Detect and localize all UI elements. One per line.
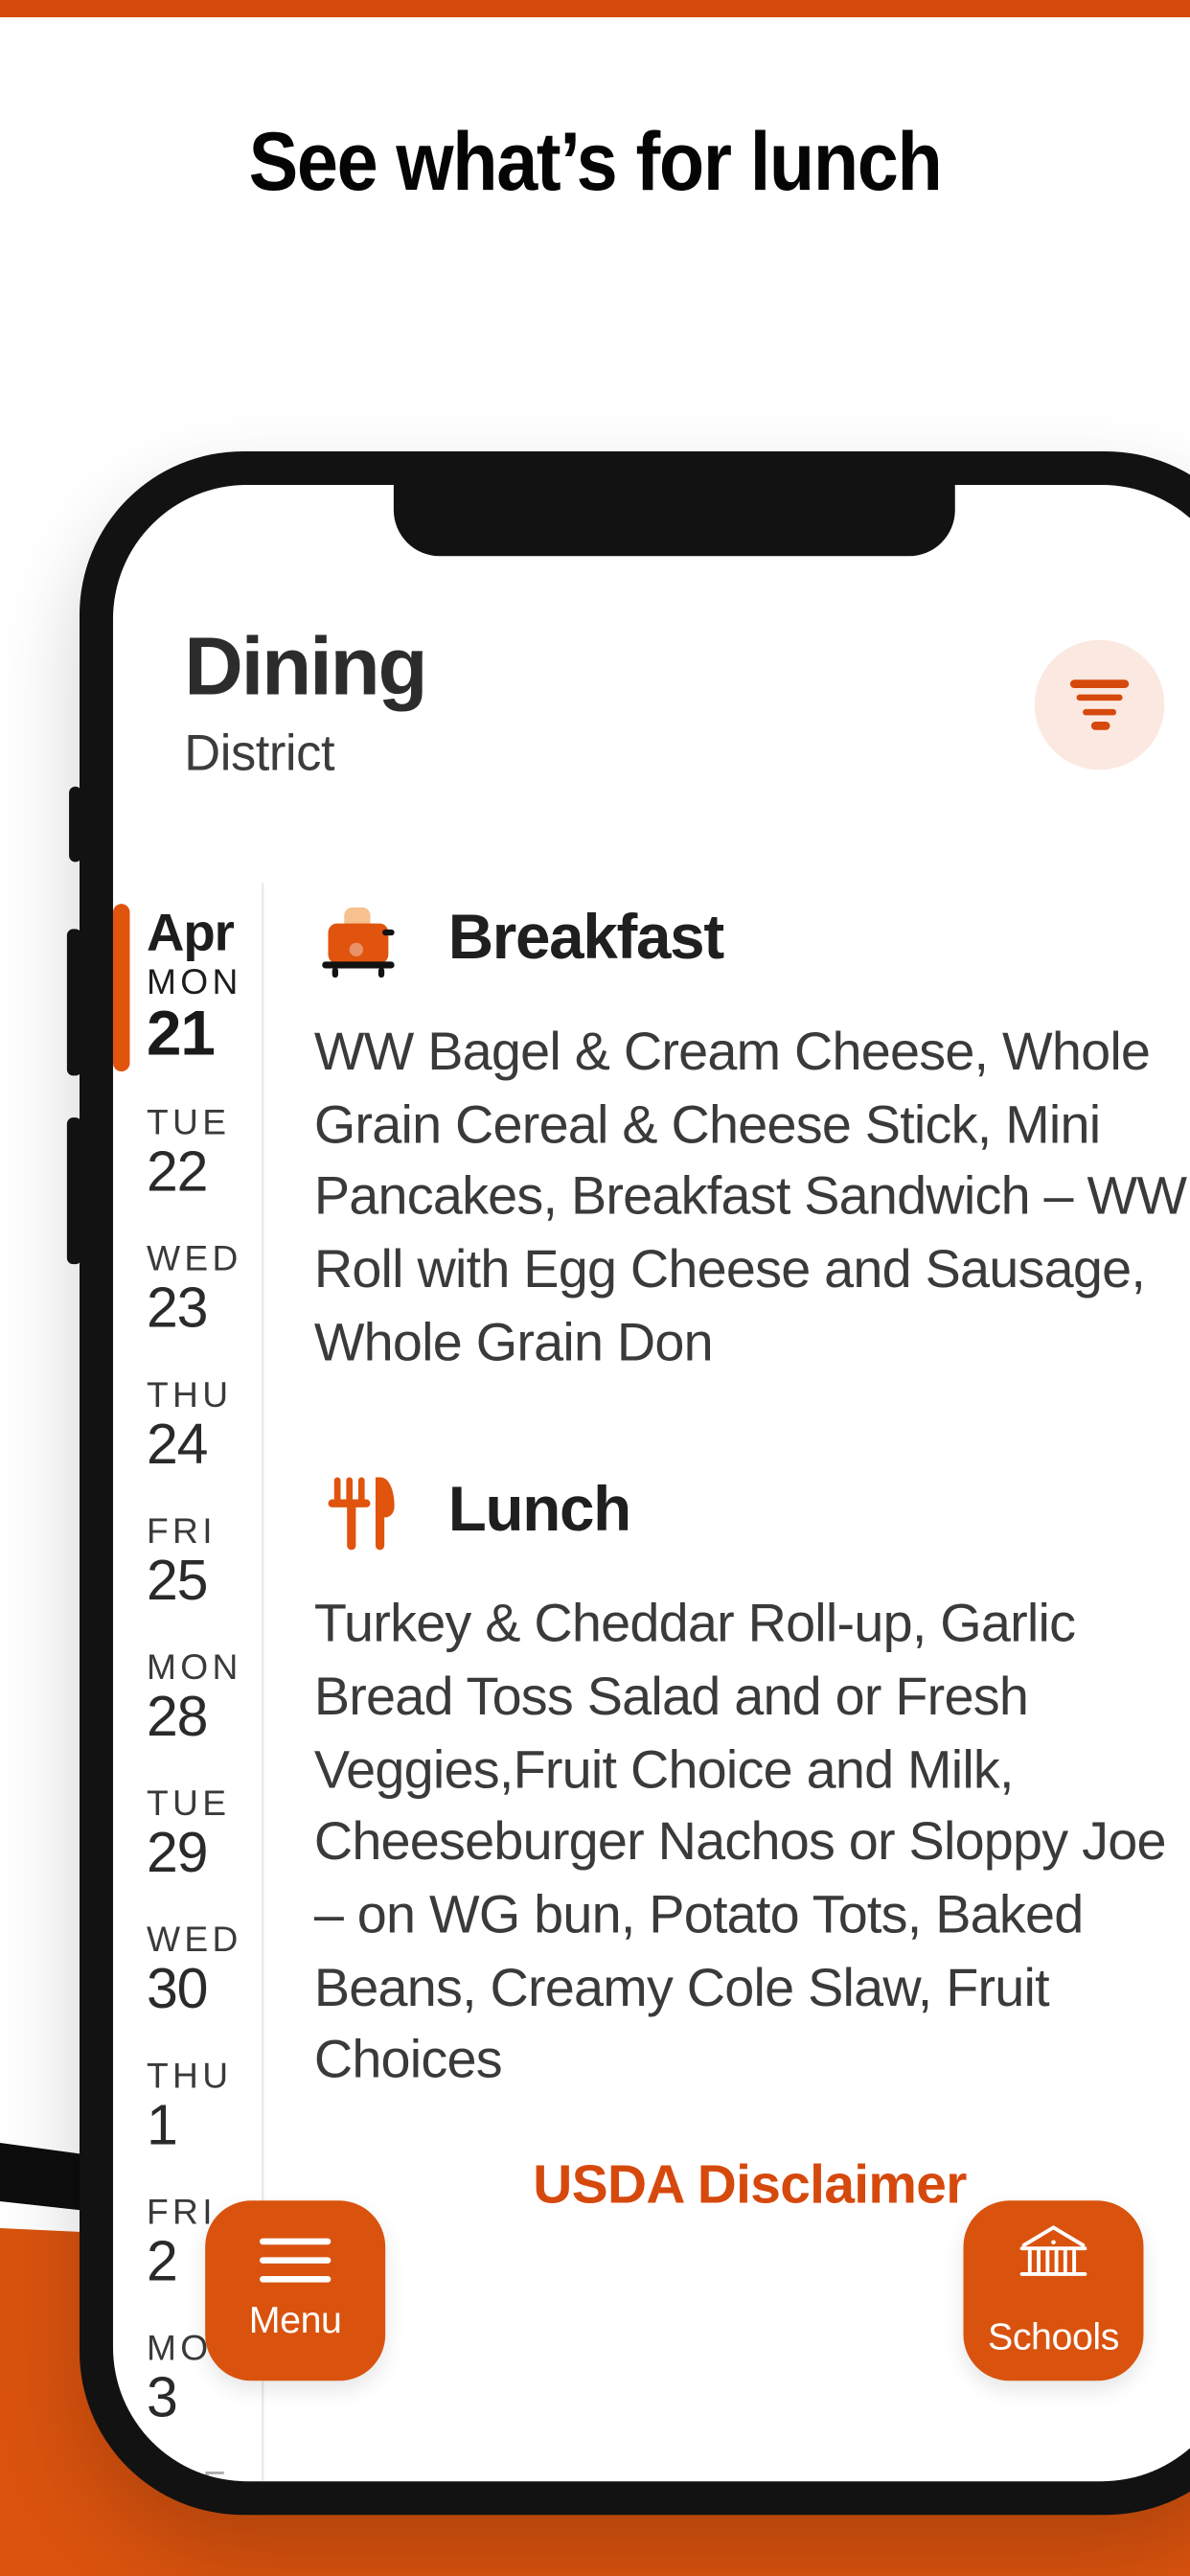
date-dow: TUE <box>147 2464 262 2481</box>
date-item[interactable]: TUE 29 <box>113 1765 262 1901</box>
filter-button[interactable] <box>1034 639 1165 770</box>
menu-button[interactable]: Menu <box>205 2200 386 2381</box>
date-dow: TUE <box>146 1782 231 1823</box>
phone-volume-down-button <box>66 1117 82 1265</box>
date-dow: MON <box>146 961 242 1002</box>
phone-notch <box>393 484 955 557</box>
meal-header-breakfast: Breakfast <box>314 891 1190 988</box>
date-day: 24 <box>146 1413 209 1477</box>
date-day: 22 <box>146 1140 209 1204</box>
page-title: Dining <box>184 623 427 714</box>
date-item[interactable]: TUE 4 <box>113 2446 262 2481</box>
date-item[interactable]: THU 24 <box>113 1356 262 1492</box>
date-dow: MON <box>146 1646 242 1687</box>
date-dow: THU <box>146 1374 233 1414</box>
phone-mockup: Dining District Apr MON 21 TUE 22 WED 23… <box>66 451 1190 2516</box>
meal-header-lunch: Lunch <box>314 1464 1190 1561</box>
toaster-icon <box>314 891 411 988</box>
meal-description: WW Bagel & Cream Cheese, Whole Grain Cer… <box>313 1023 1187 1373</box>
app-title-block: Dining District <box>184 623 427 785</box>
date-day: 21 <box>146 1000 216 1070</box>
promo-screen: See what’s for lunch Dining District Apr… <box>0 0 1190 2576</box>
menu-button-label: Menu <box>248 2299 342 2341</box>
date-item[interactable]: MON 28 <box>113 1629 262 1765</box>
filter-icon <box>1069 680 1130 688</box>
hamburger-icon <box>259 2238 332 2283</box>
phone-screen: Dining District Apr MON 21 TUE 22 WED 23… <box>112 484 1190 2482</box>
meal-description: Turkey & Cheddar Roll-up, Garlic Bread T… <box>313 1596 1167 2091</box>
page-headline: See what’s for lunch <box>248 116 943 208</box>
date-dow: WED <box>146 1919 242 1959</box>
fork-knife-icon <box>314 1464 411 1561</box>
date-day: 28 <box>146 1685 209 1749</box>
school-building-icon <box>1014 2221 1093 2299</box>
date-day: 30 <box>146 1957 209 2021</box>
phone-frame: Dining District Apr MON 21 TUE 22 WED 23… <box>66 451 1190 2516</box>
date-dow: WED <box>146 1237 242 1278</box>
date-dow: TUE <box>146 1101 231 1142</box>
phone-mute-switch <box>69 786 82 862</box>
date-item[interactable]: WED 23 <box>113 1220 262 1356</box>
date-day: 25 <box>146 1549 209 1613</box>
date-dow: FRI <box>146 1510 217 1551</box>
date-item-selected[interactable]: Apr MON 21 <box>112 891 262 1084</box>
date-dow: THU <box>146 2055 233 2096</box>
date-month: Apr <box>146 904 235 964</box>
top-accent-strip <box>0 0 1190 17</box>
date-day: 29 <box>146 1821 209 1885</box>
date-item[interactable]: THU 1 <box>113 2037 262 2174</box>
schools-button[interactable]: Schools <box>963 2200 1144 2381</box>
meal-name: Breakfast <box>447 904 724 974</box>
page-subtitle: District <box>184 725 335 783</box>
meal-name: Lunch <box>447 1476 631 1546</box>
date-day: 1 <box>146 2094 178 2157</box>
phone-volume-up-button <box>66 929 82 1076</box>
schools-button-label: Schools <box>988 2315 1119 2358</box>
date-item[interactable]: TUE 22 <box>113 1084 262 1220</box>
date-item[interactable]: FRI 25 <box>113 1492 262 1628</box>
date-day: 23 <box>146 1276 209 1341</box>
date-item[interactable]: WED 30 <box>113 1901 262 2037</box>
